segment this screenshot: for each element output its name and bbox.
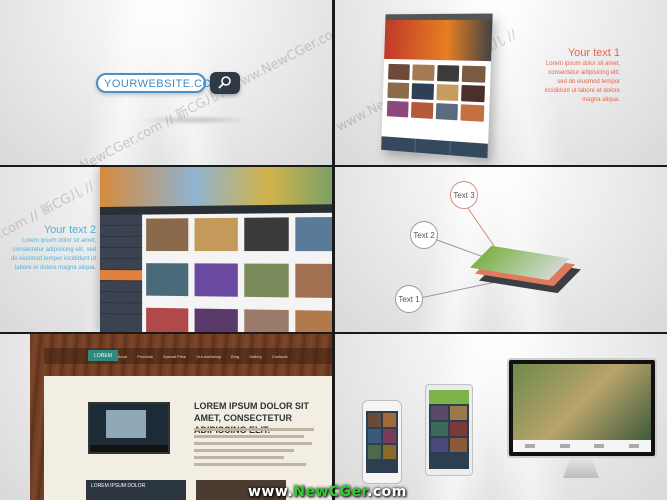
thumbnail [386, 100, 409, 118]
app-sidebar [100, 214, 143, 332]
scene-wood-website: Home About Products Special Price Our wo… [0, 334, 332, 500]
caption-block: Your text 1 Lorem ipsum dolor sit amet, … [540, 46, 620, 105]
search-bar: YOURWEBSITE.COM [96, 72, 240, 94]
thumbnail [435, 84, 459, 102]
nav-item[interactable]: About [117, 354, 127, 359]
site-url-footer: www.NewCGer.com [248, 484, 407, 500]
monitor-stand [563, 458, 599, 478]
url-suffix: .com [367, 484, 407, 500]
nav-item[interactable]: Gallery [249, 354, 262, 359]
thumbnail [388, 63, 410, 81]
caption-block: Your text 2 Lorem ipsum dolor sit amet, … [8, 223, 96, 273]
search-input[interactable]: YOURWEBSITE.COM [96, 73, 221, 93]
album-cover[interactable] [244, 263, 289, 298]
search-button[interactable] [210, 72, 240, 94]
site-footer [381, 136, 489, 159]
monitor-screen [513, 364, 651, 440]
desktop-monitor [507, 358, 657, 458]
video-controls[interactable] [90, 445, 168, 452]
thumbnail [436, 65, 460, 82]
album-cover[interactable] [146, 218, 189, 252]
thumbnail [435, 103, 459, 121]
album-cover[interactable] [295, 263, 332, 299]
thumbnail [461, 84, 485, 103]
thumbnail [410, 101, 433, 119]
promo-block[interactable]: LOREM IPSUM DOLOR [86, 480, 186, 500]
monitor-toolbar [513, 440, 651, 452]
search-icon [218, 76, 231, 89]
caption-heading: Your text 2 [43, 224, 96, 236]
callout-bubble-2: Text 2 [410, 221, 438, 249]
thumbnail [411, 64, 435, 81]
thumbnail [411, 83, 434, 100]
album-cover[interactable] [295, 216, 332, 252]
callout-bubble-3: Text 3 [450, 181, 478, 209]
scene-layers-callouts: Text 1 Text 2 Text 3 [335, 167, 667, 332]
media-app-mockup [100, 167, 332, 332]
site-hero [384, 19, 493, 62]
nav-item[interactable]: Products [137, 354, 153, 359]
album-cover[interactable] [295, 310, 332, 332]
preview-grid: www.NewCGer.com // 新CG儿 // www.NewCGer.c… [0, 0, 667, 500]
nav-item[interactable]: Our workshop [196, 354, 221, 359]
nav-item[interactable]: Blog [231, 354, 239, 359]
url-prefix: www. [248, 484, 294, 500]
album-cover[interactable] [194, 308, 238, 332]
app-banner [100, 167, 332, 207]
phone-screen [366, 411, 398, 473]
caption-body: Lorem ipsum dolor sit amet, consectetur … [544, 61, 620, 103]
thumbnail [461, 65, 486, 83]
tablet-screen [429, 390, 469, 469]
url-brand: NewCGer [293, 484, 368, 500]
app-toolbar [100, 204, 332, 215]
nav-item[interactable]: Contacts [272, 354, 288, 359]
scene-devices [335, 334, 667, 500]
thumbnail [387, 82, 410, 99]
thumbnail-grid [382, 59, 491, 127]
nav-item[interactable]: Special Price [163, 354, 186, 359]
scene-media-ui: er.com // 新CG儿 // Your text 2 Lorem ipsu… [0, 167, 332, 332]
paragraph-lines [194, 428, 324, 470]
website-mockup [381, 13, 493, 159]
album-grid [146, 216, 332, 332]
search-shadow [140, 115, 250, 125]
video-frame [106, 410, 146, 438]
scene-website-tilted: www.NewCGer.com // 新CG儿 // Your text [335, 0, 667, 165]
thumbnail [460, 104, 485, 122]
video-player[interactable] [88, 402, 170, 454]
caption-body: Lorem ipsum dolor sit amet, consectetur … [10, 238, 96, 271]
album-cover[interactable] [244, 309, 289, 332]
album-cover[interactable] [146, 263, 189, 297]
phone-device [362, 400, 402, 484]
album-cover[interactable] [194, 263, 238, 297]
caption-heading: Your text 1 [567, 47, 620, 59]
album-cover[interactable] [244, 217, 289, 252]
site-logo[interactable]: LOREM [88, 350, 118, 361]
album-cover[interactable] [194, 217, 238, 252]
callout-bubble-1: Text 1 [395, 285, 423, 313]
scene-search: www.NewCGer.com // 新CG儿 // www.NewCGer.c… [0, 0, 332, 165]
album-cover[interactable] [146, 307, 189, 332]
tablet-device [425, 384, 473, 476]
